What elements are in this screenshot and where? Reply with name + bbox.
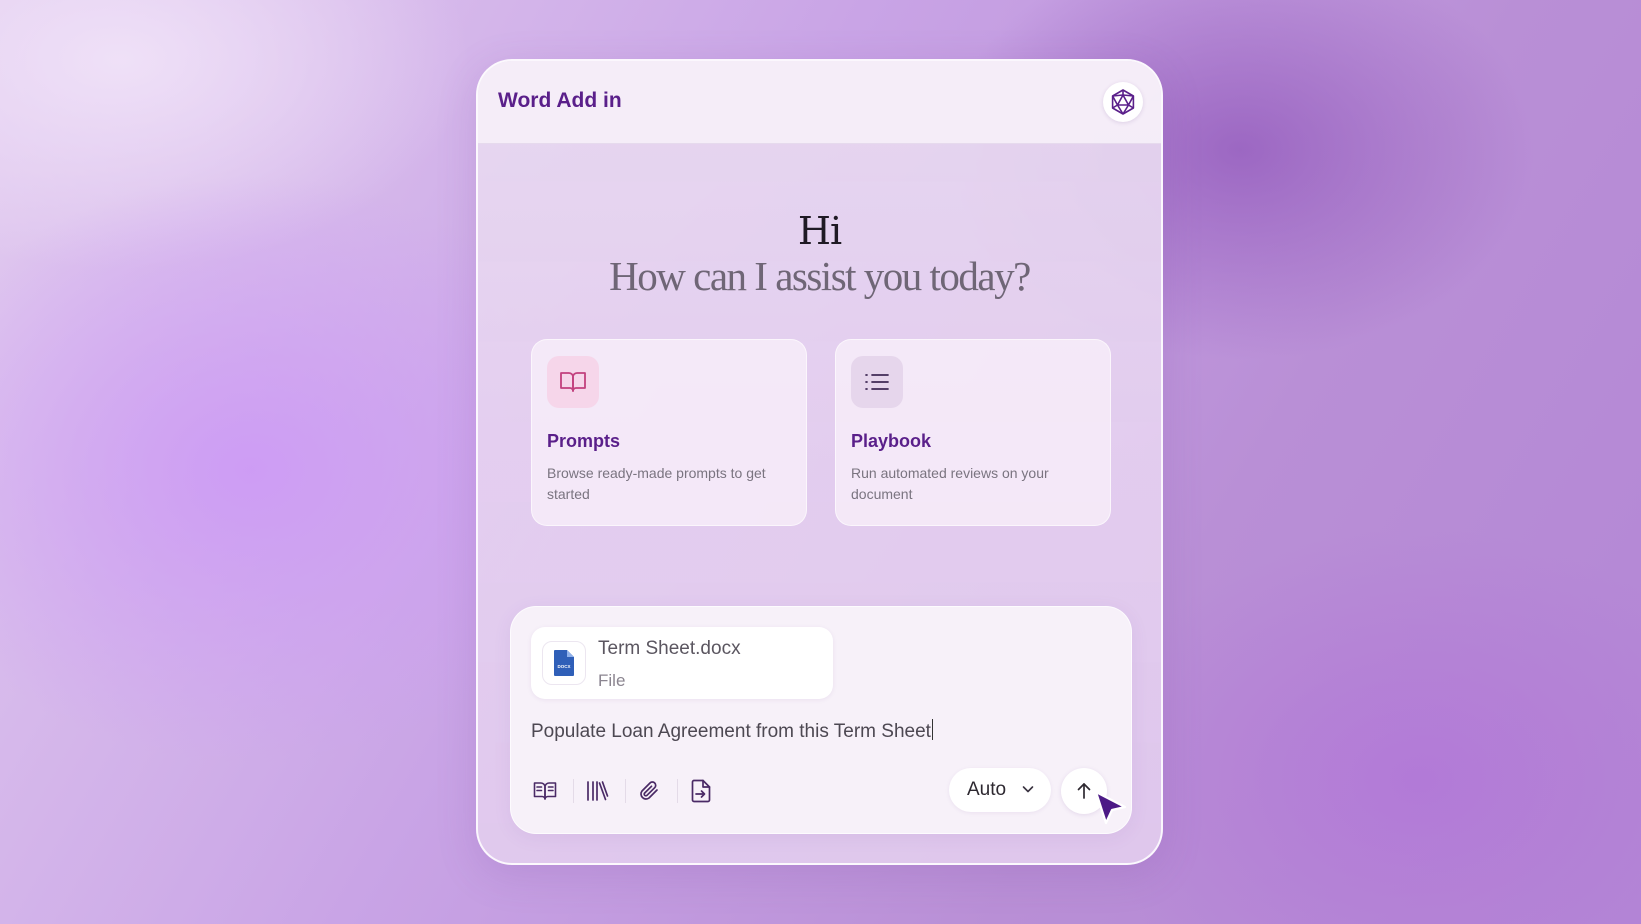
text-caret xyxy=(931,719,934,740)
prompts-card-description: Browse ready-made prompts to get started xyxy=(547,465,766,502)
prompts-card-icon-box xyxy=(547,356,599,408)
prompts-card-title: Prompts xyxy=(547,431,621,451)
app-title: Word Add in xyxy=(498,89,622,112)
library-icon xyxy=(587,781,609,801)
composer: DOCX Term Sheet.docx File Populate Loan … xyxy=(510,606,1132,834)
docx-icon-label: DOCX xyxy=(557,664,570,669)
tool-separator xyxy=(625,779,626,803)
docx-file-icon: DOCX xyxy=(554,650,574,676)
list-icon xyxy=(865,374,889,390)
paperclip-icon xyxy=(640,781,658,800)
panel-header: Word Add in xyxy=(478,61,1161,144)
book-icon xyxy=(533,782,557,800)
send-button[interactable] xyxy=(1061,768,1107,814)
arrow-up-icon xyxy=(1077,783,1091,799)
logo-button[interactable] xyxy=(1103,82,1143,122)
file-import-icon xyxy=(691,779,711,803)
attach-tool-button[interactable] xyxy=(633,775,665,807)
attachment-name: Term Sheet.docx xyxy=(598,638,741,659)
attachment-type: File xyxy=(598,671,626,690)
library-tool-button[interactable] xyxy=(581,775,613,807)
playbook-card-icon-box xyxy=(851,356,903,408)
open-book-icon xyxy=(560,372,586,392)
playbook-card[interactable]: Playbook Run automated reviews on your d… xyxy=(835,339,1111,526)
word-addin-panel: Word Add in Hi How can I assist you toda… xyxy=(476,59,1163,865)
greeting-subtitle: How can I assist you today? xyxy=(609,253,1031,299)
tool-separator xyxy=(677,779,678,803)
chevron-down-icon xyxy=(1022,786,1034,793)
import-file-tool-button[interactable] xyxy=(685,775,717,807)
greeting-title: Hi xyxy=(797,209,842,253)
geometric-logo-icon xyxy=(1111,89,1135,115)
playbook-card-description: Run automated reviews on your document xyxy=(851,465,1049,502)
prompts-card[interactable]: Prompts Browse ready-made prompts to get… xyxy=(531,339,807,526)
attachment-icon-box: DOCX xyxy=(542,641,586,685)
prompts-tool-button[interactable] xyxy=(529,775,561,807)
model-select-value: Auto xyxy=(967,779,1007,800)
prompt-input-text: Populate Loan Agreement from this Term S… xyxy=(531,721,931,742)
model-select[interactable]: Auto xyxy=(949,768,1051,812)
tool-separator xyxy=(573,779,574,803)
prompt-input[interactable]: Populate Loan Agreement from this Term S… xyxy=(531,719,1111,747)
playbook-card-title: Playbook xyxy=(851,431,932,451)
attachment-chip[interactable]: DOCX Term Sheet.docx File xyxy=(531,627,833,699)
